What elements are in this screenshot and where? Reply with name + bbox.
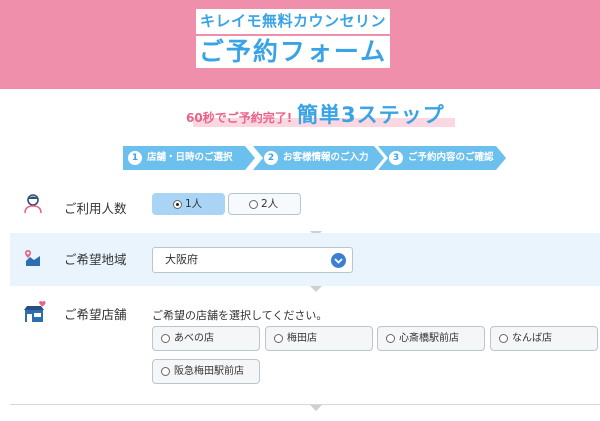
option-label: 梅田店	[287, 333, 317, 344]
people-option-2[interactable]: 2人	[228, 193, 301, 215]
header-subtitle: キレイモ無料カウンセリング	[196, 9, 390, 55]
shop-option-hankyu-umeda[interactable]: 阪急梅田駅前店	[152, 359, 260, 384]
page-header: キレイモ無料カウンセリング ご予約フォーム	[0, 0, 600, 89]
step-label: 店舗・日時のご選択	[147, 152, 233, 163]
step-label: お客様情報のご入力	[283, 152, 369, 163]
step-1: 1 店舗・日時のご選択	[123, 146, 255, 170]
shop-hint: ご希望の店舗を選択してください。	[152, 309, 328, 322]
step-2: 2 お客様情報のご入力	[253, 146, 384, 170]
option-label: 阪急梅田駅前店	[174, 366, 244, 377]
step-number: 2	[264, 151, 278, 165]
page-title: ご予約フォーム	[196, 36, 390, 68]
people-row: ご利用人数	[10, 183, 600, 229]
radio-icon	[499, 334, 508, 343]
radio-icon	[274, 334, 283, 343]
shop-label: ご希望店舗	[64, 307, 127, 322]
radio-icon	[249, 200, 258, 209]
person-icon	[22, 192, 44, 218]
shop-option-namba[interactable]: なんば店	[490, 326, 598, 351]
step-label: ご予約内容のご確認	[408, 152, 494, 163]
step-number: 3	[389, 151, 403, 165]
shop-icon	[22, 300, 46, 328]
option-label: 心斎橋駅前店	[399, 333, 459, 344]
radio-icon	[161, 334, 170, 343]
chevron-down-icon	[331, 253, 346, 268]
shop-option-abeno[interactable]: あべの店	[152, 326, 260, 351]
area-label: ご希望地域	[64, 252, 127, 267]
steps-lead-text: 60秒でご予約完了!	[186, 111, 293, 125]
section-divider	[10, 404, 600, 405]
area-select[interactable]: 大阪府	[152, 247, 353, 273]
radio-icon	[386, 334, 395, 343]
option-label: 1人	[185, 198, 203, 210]
option-label: あべの店	[174, 333, 214, 344]
steps-heading: 60秒でご予約完了! 簡単3ステップ	[0, 96, 600, 140]
shop-option-umeda[interactable]: 梅田店	[265, 326, 373, 351]
option-label: 2人	[261, 198, 279, 210]
area-select-value: 大阪府	[165, 253, 198, 266]
step-3: 3 ご予約内容のご確認	[378, 146, 506, 170]
section-caret	[310, 405, 322, 411]
radio-icon	[161, 367, 170, 376]
radio-icon	[173, 200, 182, 209]
shop-option-shinsaibashi[interactable]: 心斎橋駅前店	[377, 326, 485, 351]
people-label: ご利用人数	[64, 201, 127, 216]
map-pin-icon	[22, 247, 44, 273]
people-option-1[interactable]: 1人	[152, 193, 225, 215]
step-number: 1	[128, 151, 142, 165]
steps-main-text: 簡単3ステップ	[297, 103, 445, 127]
option-label: なんば店	[512, 333, 552, 344]
